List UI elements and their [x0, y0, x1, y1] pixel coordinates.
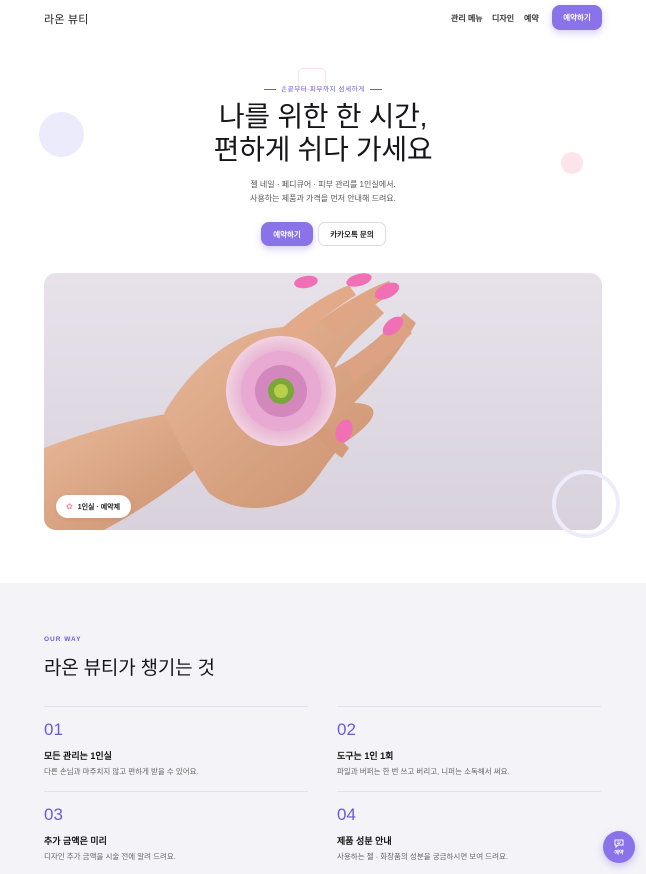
site-header: 라온 뷰티 관리 메뉴 디자인 예약 예약하기 [0, 0, 646, 36]
hero-book-button[interactable]: 예약하기 [261, 222, 313, 246]
feature-desc: 디자인 추가 금액을 시술 전에 알려 드려요. [44, 852, 176, 861]
nav-link-menu[interactable]: 관리 메뉴 [451, 13, 483, 24]
header-book-button[interactable]: 예약하기 [552, 5, 602, 30]
hero-subtitle-line2: 사용하는 제품과 가격을 먼저 안내해 드려요. [250, 194, 396, 203]
feature-title: 모든 관리는 1인실 [44, 751, 112, 761]
decor-ring [552, 470, 620, 538]
floating-booking-button[interactable]: 예약 [603, 831, 635, 863]
flower-icon: ✿ [66, 501, 73, 511]
hero-eyebrow: 손끝부터 피부까지 섬세하게 [0, 83, 646, 93]
feature-item: 03 추가 금액은 미리 디자인 추가 금액을 시술 전에 알려 드려요. [44, 791, 308, 861]
nav-link-design[interactable]: 디자인 [492, 13, 514, 24]
kakao-inquiry-button[interactable]: 카카오톡 문의 [318, 222, 386, 246]
eyebrow-dash-left [264, 88, 277, 90]
feature-title: 제품 성분 안내 [337, 836, 392, 846]
hero-title: 나를 위한 한 시간, 편하게 쉬다 가세요 [0, 100, 646, 166]
hero-subtitle: 젤 네일 · 페디큐어 · 피부 관리를 1인실에서. 사용하는 제품과 가격을… [0, 178, 646, 206]
feature-desc: 다른 손님과 마주치지 않고 편하게 받을 수 있어요. [44, 767, 199, 776]
eyebrow-dash-right [369, 88, 382, 90]
hero-title-line2: 편하게 쉬다 가세요 [213, 134, 433, 165]
feature-title: 도구는 1인 1회 [337, 751, 394, 761]
feature-item: 01 모든 관리는 1인실 다른 손님과 마주치지 않고 편하게 받을 수 있어… [44, 706, 308, 776]
site-logo[interactable]: 라온 뷰티 [44, 11, 89, 27]
features-section: OUR WAY 라온 뷰티가 챙기는 것 01 모든 관리는 1인실 다른 손님… [0, 583, 646, 874]
room-badge-label: 1인실 · 예약제 [77, 503, 121, 511]
hero-subtitle-line1: 젤 네일 · 페디큐어 · 피부 관리를 1인실에서. [250, 180, 396, 189]
feature-item: 02 도구는 1인 1회 파일과 버퍼는 한 번 쓰고 버리고, 니퍼는 소독해… [337, 706, 601, 776]
feature-number: 04 [337, 805, 356, 824]
chat-icon [614, 839, 624, 848]
feature-number: 03 [44, 805, 63, 824]
nav-link-booking[interactable]: 예약 [524, 13, 539, 24]
hero-image: ✿ 1인실 · 예약제 [44, 273, 602, 530]
feature-desc: 파일과 버퍼는 한 번 쓰고 버리고, 니퍼는 소독해서 써요. [337, 767, 510, 776]
features-title: 라온 뷰티가 챙기는 것 [44, 658, 215, 679]
feature-item: 04 제품 성분 안내 사용하는 젤 · 화장품의 성분을 궁금하시면 보여 드… [337, 791, 601, 861]
hand-flower-illustration [44, 273, 416, 530]
feature-number: 02 [337, 720, 356, 739]
room-badge: ✿ 1인실 · 예약제 [56, 495, 132, 518]
feature-number: 01 [44, 720, 63, 739]
floating-button-label: 예약 [614, 849, 624, 856]
hero-eyebrow-text: 손끝부터 피부까지 섬세하게 [281, 86, 365, 93]
feature-title: 추가 금액은 미리 [44, 836, 107, 846]
hero-title-line1: 나를 위한 한 시간, [218, 101, 428, 132]
features-eyebrow: OUR WAY [44, 636, 82, 643]
feature-desc: 사용하는 젤 · 화장품의 성분을 궁금하시면 보여 드려요. [337, 852, 508, 861]
